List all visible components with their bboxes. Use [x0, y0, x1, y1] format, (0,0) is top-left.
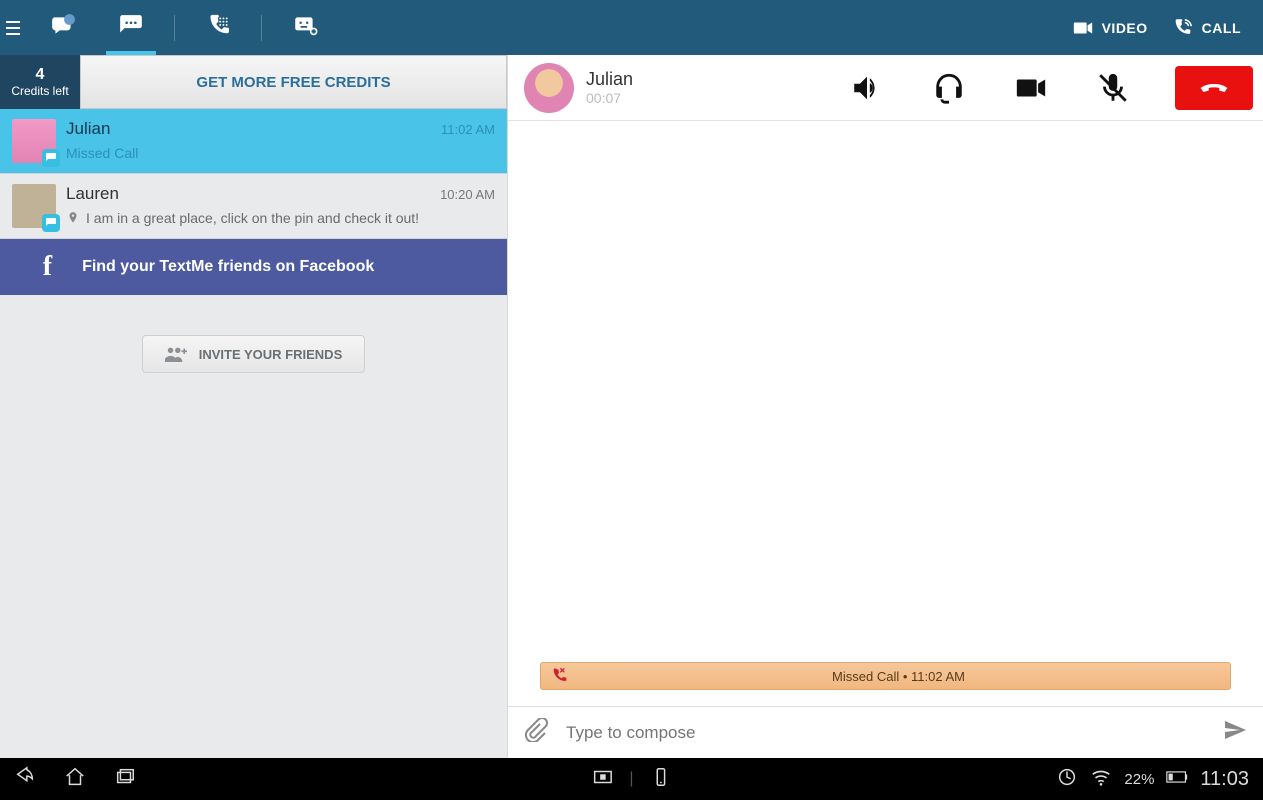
sync-icon[interactable] — [1056, 766, 1078, 793]
missed-call-icon — [551, 667, 567, 686]
separator — [261, 15, 262, 41]
video-call-button[interactable]: VIDEO — [1072, 17, 1148, 39]
top-toolbar: VIDEO CALL — [0, 0, 1263, 55]
facebook-find-friends[interactable]: f Find your TextMe friends on Facebook — [0, 239, 507, 295]
contact-name: Julian — [586, 69, 633, 90]
tab-calls[interactable] — [193, 0, 243, 55]
camera-button[interactable] — [1011, 68, 1051, 108]
avatar — [12, 119, 56, 163]
battery-icon — [1166, 766, 1188, 793]
tab-new-message[interactable] — [280, 0, 330, 55]
people-icon — [165, 346, 187, 362]
battery-percent: 22% — [1124, 771, 1154, 788]
chat-panel: Julian 00:07 Missed Call • 11:02 AM — [507, 55, 1263, 758]
attach-icon[interactable] — [524, 718, 548, 747]
conversation-time: 11:02 AM — [441, 122, 495, 137]
clock: 11:03 — [1200, 768, 1249, 791]
send-button[interactable] — [1223, 718, 1247, 747]
separator — [174, 15, 175, 41]
chat-header: Julian 00:07 — [508, 55, 1263, 121]
credits-label: Credits left — [11, 84, 68, 98]
call-label: CALL — [1202, 20, 1241, 36]
recents-icon[interactable] — [114, 766, 136, 793]
avatar — [12, 184, 56, 228]
conversation-name: Julian — [66, 119, 110, 139]
contact-avatar[interactable] — [524, 63, 574, 113]
home-icon[interactable] — [64, 766, 86, 793]
facebook-cta: Find your TextMe friends on Facebook — [82, 258, 374, 276]
credits-count: 4 — [36, 66, 45, 84]
tab-chats[interactable] — [106, 0, 156, 55]
conversation-preview: I am in a great place, click on the pin … — [86, 210, 419, 226]
missed-call-text: Missed Call • 11:02 AM — [567, 669, 1230, 684]
conversation-sidebar: 4 Credits left GET MORE FREE CREDITS Jul… — [0, 55, 507, 758]
missed-call-banner: Missed Call • 11:02 AM — [540, 662, 1231, 690]
message-area[interactable]: Missed Call • 11:02 AM — [508, 121, 1263, 706]
device-icon[interactable] — [650, 766, 672, 793]
hangup-button[interactable] — [1175, 66, 1253, 110]
conversation-item-lauren[interactable]: Lauren 10:20 AM I am in a great place, c… — [0, 174, 507, 239]
app-logo-icon[interactable] — [38, 0, 88, 55]
speaker-button[interactable] — [847, 68, 887, 108]
video-label: VIDEO — [1102, 20, 1148, 36]
textme-badge-icon — [42, 149, 60, 167]
compose-input[interactable] — [566, 723, 1205, 743]
headset-button[interactable] — [929, 68, 969, 108]
back-icon[interactable] — [14, 766, 36, 793]
conversation-time: 10:20 AM — [440, 187, 495, 202]
get-credits-button[interactable]: GET MORE FREE CREDITS — [80, 55, 507, 109]
pin-icon — [66, 211, 80, 225]
invite-friends-button[interactable]: INVITE YOUR FRIENDS — [142, 335, 366, 373]
conversation-item-julian[interactable]: Julian 11:02 AM Missed Call — [0, 109, 507, 174]
conversation-preview: Missed Call — [66, 145, 495, 161]
screenshot-icon[interactable] — [591, 766, 613, 793]
invite-label: INVITE YOUR FRIENDS — [199, 347, 343, 362]
textme-badge-icon — [42, 214, 60, 232]
compose-bar — [508, 706, 1263, 758]
conversation-name: Lauren — [66, 184, 119, 204]
system-navbar: | 22% 11:03 — [0, 758, 1263, 800]
audio-call-button[interactable]: CALL — [1172, 17, 1241, 39]
call-timer: 00:07 — [586, 90, 633, 106]
mute-button[interactable] — [1093, 68, 1133, 108]
credits-counter[interactable]: 4 Credits left — [0, 55, 80, 109]
facebook-icon: f — [43, 251, 52, 283]
menu-icon[interactable] — [6, 21, 20, 35]
wifi-icon — [1090, 766, 1112, 793]
